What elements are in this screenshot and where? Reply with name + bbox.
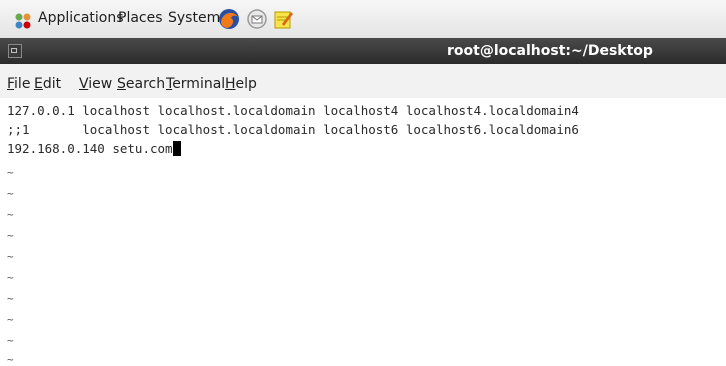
window-titlebar[interactable]: root@localhost:~/Desktop [0, 38, 726, 64]
empty-line-marker: ~ [7, 187, 14, 200]
hosts-line-2: ;;1 localhost localhost.localdomain loca… [7, 122, 579, 137]
window-title: root@localhost:~/Desktop [447, 43, 653, 59]
empty-line-marker: ~ [7, 292, 14, 305]
top-panel: Applications Places System [0, 0, 726, 39]
empty-line-marker: ~ [7, 353, 14, 366]
menu-edit[interactable]: Edit [34, 76, 61, 92]
empty-line-marker: ~ [7, 334, 14, 347]
menu-search[interactable]: Search [117, 76, 165, 92]
empty-line-marker: ~ [7, 271, 14, 284]
menu-help[interactable]: Help [225, 76, 257, 92]
menu-terminal[interactable]: Terminal [166, 76, 225, 92]
empty-line-marker: ~ [7, 229, 14, 242]
mail-client-icon[interactable] [246, 8, 268, 30]
applications-menu[interactable]: Applications [38, 10, 124, 26]
text-editor-icon[interactable] [272, 8, 294, 30]
applications-menu-icon[interactable] [14, 12, 32, 30]
menu-file[interactable]: File [7, 76, 30, 92]
window-menu-icon[interactable] [8, 44, 22, 58]
empty-line-marker: ~ [7, 313, 14, 326]
empty-line-marker: ~ [7, 208, 14, 221]
hosts-line-1: 127.0.0.1 localhost localhost.localdomai… [7, 103, 579, 118]
empty-line-marker: ~ [7, 250, 14, 263]
empty-line-marker: ~ [7, 166, 14, 179]
menu-view[interactable]: View [79, 76, 112, 92]
hosts-line-3: 192.168.0.140 setu.com [7, 140, 181, 158]
text-cursor [172, 141, 181, 156]
firefox-icon[interactable] [218, 8, 240, 30]
terminal-text-area[interactable]: 127.0.0.1 localhost localhost.localdomai… [0, 98, 726, 366]
terminal-menubar: File Edit View Search Terminal Help [0, 64, 726, 98]
places-menu[interactable]: Places [118, 10, 163, 26]
system-menu[interactable]: System [168, 10, 220, 26]
